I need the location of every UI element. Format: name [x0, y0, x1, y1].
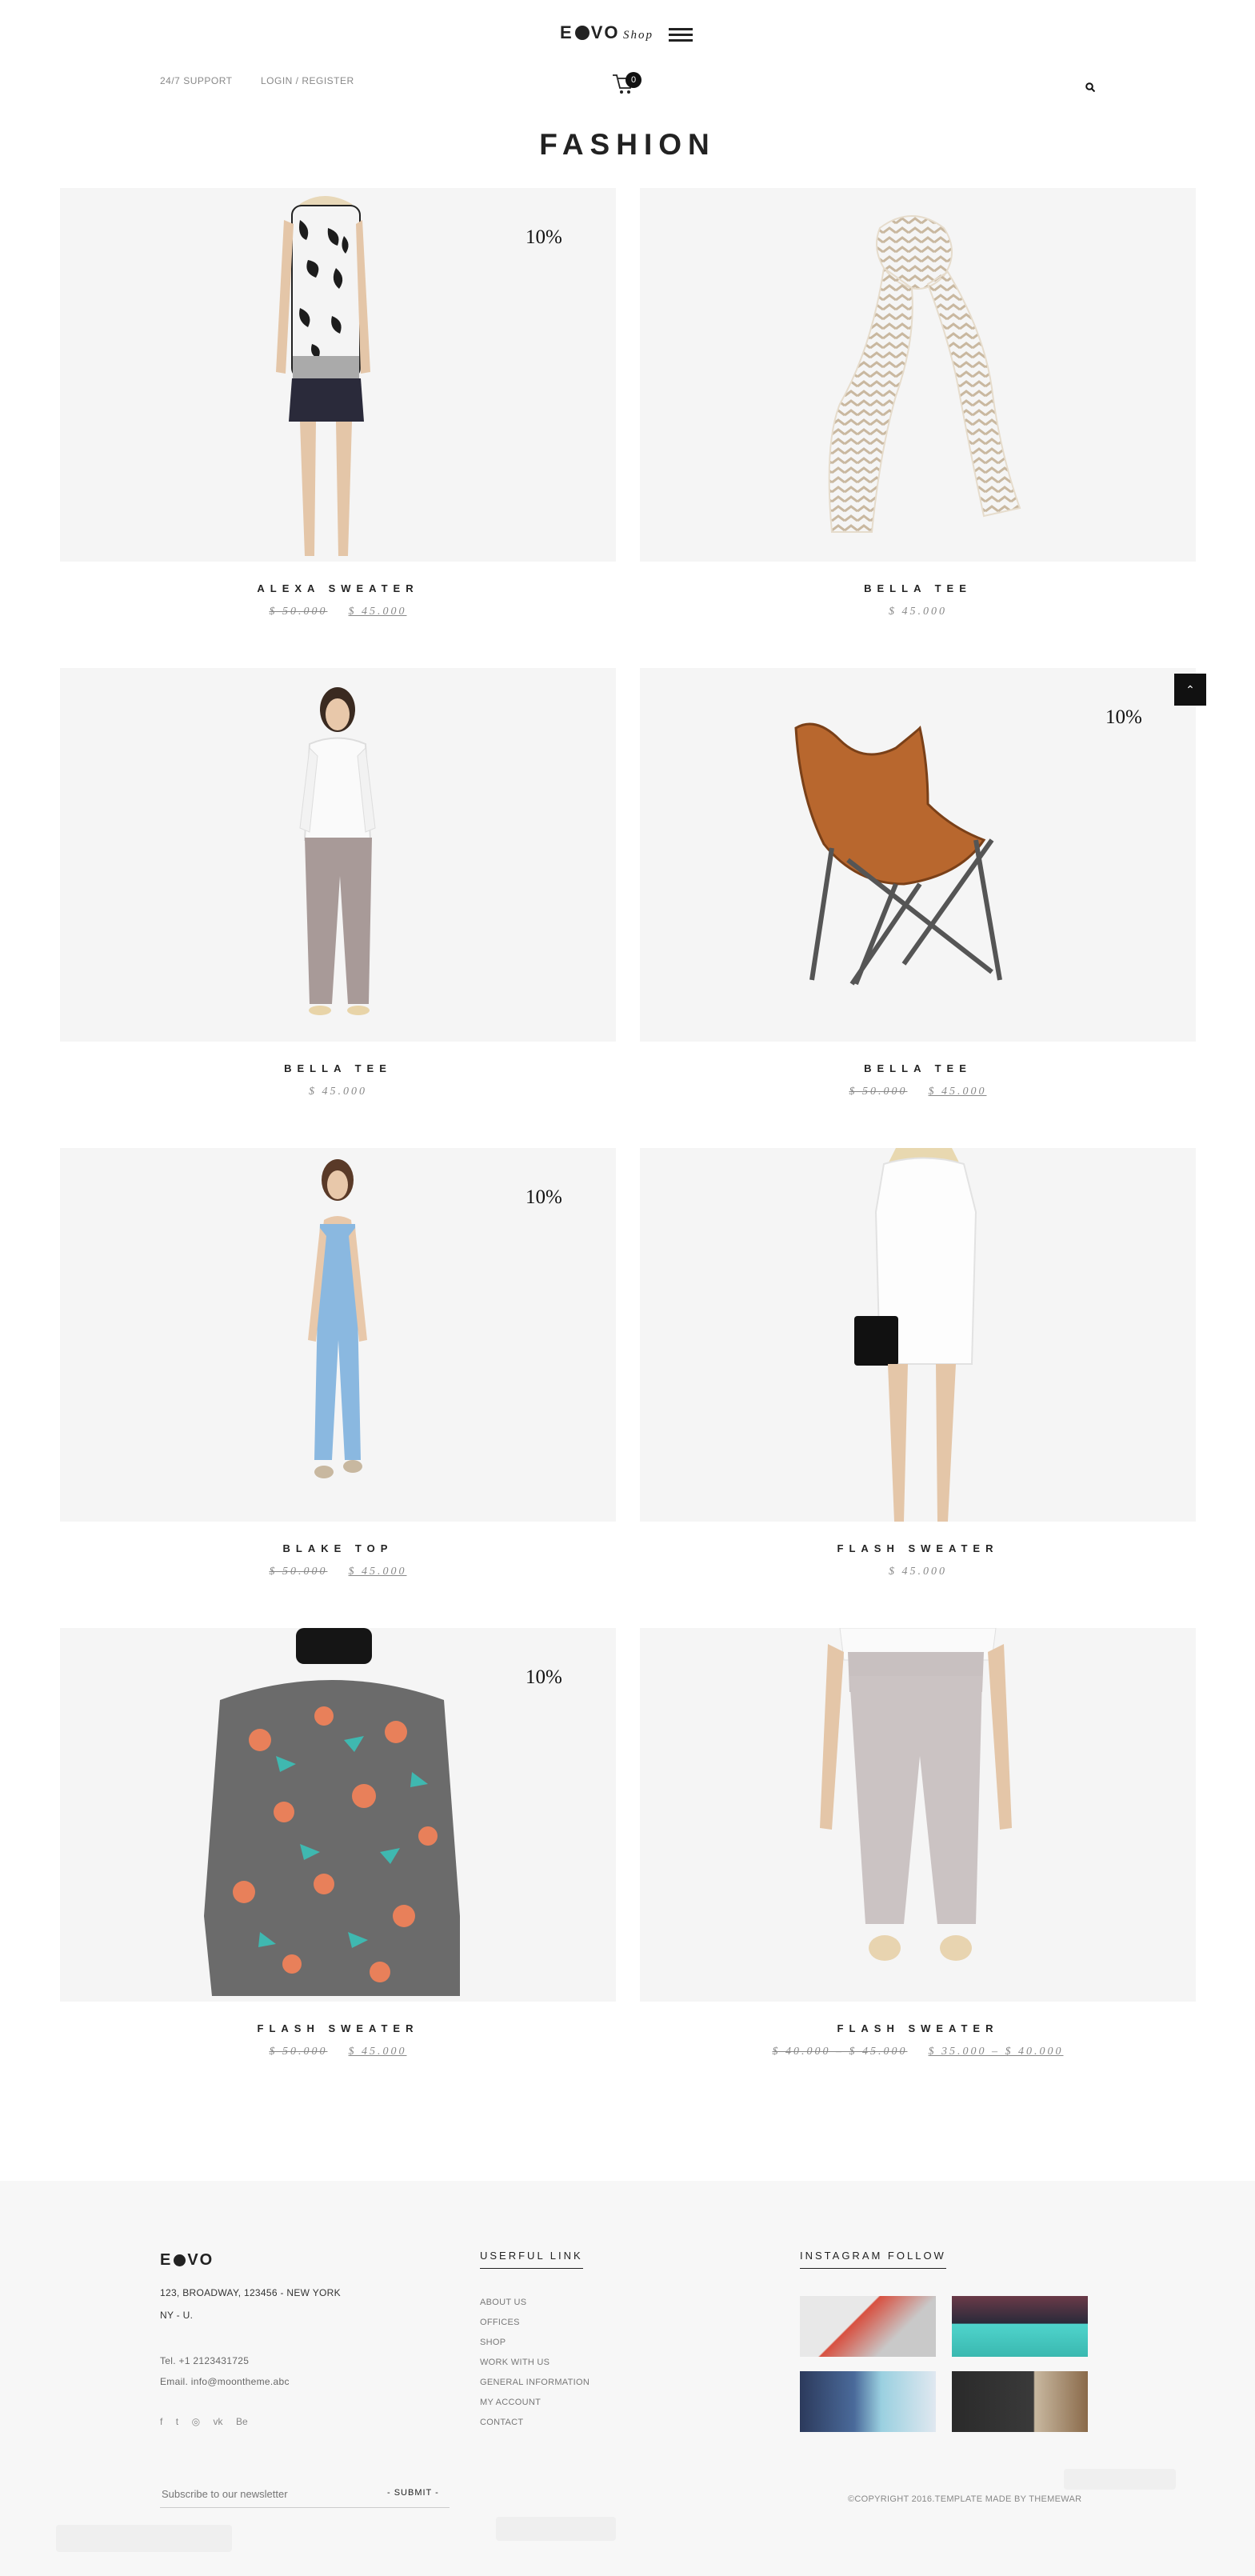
newsletter-submit-button[interactable]: - SUBMIT -: [387, 2488, 439, 2498]
new-price: $ 45.000: [348, 1566, 407, 1578]
old-price: $ 40.000 – $ 45.000: [772, 2046, 908, 2058]
product-card[interactable]: 10%: [640, 668, 1196, 1042]
instagram-photo[interactable]: [800, 2296, 936, 2357]
product-name[interactable]: FLASH SWEATER: [60, 2022, 616, 2034]
footer-link-my-account[interactable]: MY ACCOUNT: [480, 2398, 590, 2407]
product-price: $ 40.000 – $ 45.000 $ 35.000 – $ 40.000: [640, 2046, 1196, 2058]
product-card[interactable]: [640, 188, 1196, 562]
footer-link-work-with-us[interactable]: WORK WITH US: [480, 2358, 590, 2367]
footer-address-line2: NY - U.: [160, 2310, 194, 2321]
footer-link-contact[interactable]: CONTACT: [480, 2418, 590, 2427]
instagram-icon[interactable]: ◎: [192, 2416, 200, 2427]
old-price: $ 50.000: [269, 606, 328, 618]
newsletter-form: - SUBMIT -: [160, 2482, 450, 2508]
footer-background-ship: [496, 2517, 616, 2541]
discount-badge: 10%: [526, 226, 562, 248]
product-card[interactable]: [60, 668, 616, 1042]
footer-background-ship: [56, 2525, 232, 2552]
discount-badge: 10%: [526, 1666, 562, 1688]
discount-badge: 10%: [526, 1186, 562, 1208]
copyright: ©COPYRIGHT 2016.TEMPLATE MADE BY THEMEWA…: [848, 2494, 1082, 2504]
search-icon[interactable]: [1085, 82, 1095, 92]
new-price: $ 45.000: [348, 2046, 407, 2058]
footer-logo: E VO: [160, 2251, 214, 2269]
new-price: $ 45.000: [348, 606, 407, 618]
footer-link-about-us[interactable]: ABOUT US: [480, 2298, 590, 2307]
product-name[interactable]: FLASH SWEATER: [640, 2022, 1196, 2034]
new-price: $ 45.000: [928, 1086, 987, 1098]
logo-circle-icon: [174, 2254, 186, 2266]
product-price: $ 50.000 $ 45.000: [640, 1086, 1196, 1098]
cart-count-badge: 0: [626, 72, 641, 88]
product-name[interactable]: BLAKE TOP: [60, 1542, 616, 1554]
scroll-to-top-button[interactable]: ⌃: [1174, 674, 1206, 706]
new-price: $ 35.000 – $ 40.000: [928, 2046, 1064, 2058]
useful-links-list: ABOUT US OFFICES SHOP WORK WITH US GENER…: [480, 2298, 590, 2438]
footer-link-general-information[interactable]: GENERAL INFORMATION: [480, 2378, 590, 2387]
product-name[interactable]: ALEXA SWEATER: [60, 582, 616, 594]
page-title: FASHION: [539, 128, 716, 161]
product-image: [828, 215, 1021, 533]
behance-icon[interactable]: Be: [236, 2416, 248, 2427]
product-price: $ 50.000 $ 45.000: [60, 2046, 616, 2058]
product-price: $ 45.000: [640, 1566, 1196, 1578]
footer-link-shop[interactable]: SHOP: [480, 2338, 590, 2347]
instagram-photo[interactable]: [800, 2371, 936, 2432]
discount-badge: 10%: [1105, 706, 1142, 728]
site-footer: E VO 123, BROADWAY, 123456 - NEW YORK NY …: [0, 2181, 1255, 2576]
product-name[interactable]: BELLA TEE: [60, 1062, 616, 1074]
site-logo[interactable]: E VO Shop: [560, 22, 653, 43]
footer-background-ship: [1064, 2469, 1176, 2490]
product-image: [299, 687, 376, 1015]
shop-label: Shop: [622, 29, 653, 42]
product-card[interactable]: [640, 1148, 1196, 1522]
product-name[interactable]: BELLA TEE: [640, 582, 1196, 594]
cart-button[interactable]: 0: [611, 70, 641, 100]
newsletter-email-input[interactable]: [160, 2482, 371, 2506]
product-image: [820, 1628, 1012, 1961]
product-card[interactable]: 10%: [60, 1148, 616, 1522]
product-price: $ 45.000: [640, 606, 1196, 618]
twitter-icon[interactable]: t: [176, 2416, 178, 2427]
old-price: $ 50.000: [849, 1086, 908, 1098]
new-price: $ 45.000: [309, 1086, 367, 1098]
product-image: [854, 1148, 977, 1522]
old-price: $ 50.000: [269, 2046, 328, 2058]
footer-email[interactable]: Email. info@moontheme.abc: [160, 2376, 290, 2387]
support-link[interactable]: 24/7 SUPPORT: [160, 75, 232, 86]
menu-icon[interactable]: [669, 25, 693, 45]
product-card[interactable]: [640, 1628, 1196, 2002]
footer-link-offices[interactable]: OFFICES: [480, 2318, 590, 2327]
facebook-icon[interactable]: f: [160, 2416, 162, 2427]
instagram-photo[interactable]: [952, 2371, 1088, 2432]
product-card[interactable]: 10%: [60, 1628, 616, 2002]
product-name[interactable]: BELLA TEE: [640, 1062, 1196, 1074]
instagram-photo[interactable]: [952, 2296, 1088, 2357]
product-name[interactable]: FLASH SWEATER: [640, 1542, 1196, 1554]
footer-tel: Tel. +1 2123431725: [160, 2355, 250, 2366]
useful-links-heading: USERFUL LINK: [480, 2250, 583, 2269]
vk-icon[interactable]: vk: [214, 2416, 223, 2427]
footer-address-line1: 123, BROADWAY, 123456 - NEW YORK: [160, 2287, 341, 2298]
login-register-link[interactable]: LOGIN / REGISTER: [261, 75, 354, 86]
logo-circle-icon: [574, 26, 590, 40]
product-card[interactable]: 10%: [60, 188, 616, 562]
product-price: $ 50.000 $ 45.000: [60, 1566, 616, 1578]
product-price: $ 50.000 $ 45.000: [60, 606, 616, 618]
new-price: $ 45.000: [889, 1566, 947, 1578]
instagram-heading: INSTAGRAM FOLLOW: [800, 2250, 946, 2269]
new-price: $ 45.000: [889, 606, 947, 618]
product-price: $ 45.000: [60, 1086, 616, 1098]
old-price: $ 50.000: [269, 1566, 328, 1578]
social-links: f t ◎ vk Be: [160, 2414, 258, 2429]
